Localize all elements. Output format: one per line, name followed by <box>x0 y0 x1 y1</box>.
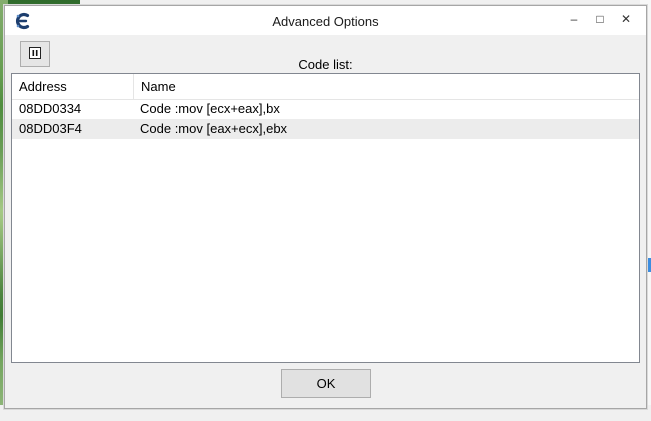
ok-button[interactable]: OK <box>281 369 371 398</box>
table-row[interactable]: 08DD03F4 Code :mov [eax+ecx],ebx <box>12 119 639 139</box>
code-list-label: Code list: <box>298 57 353 72</box>
cell-name: Code :mov [ecx+eax],bx <box>140 101 280 116</box>
title-bar[interactable]: Advanced Options – □ ✕ <box>5 6 646 35</box>
dialog-title: Advanced Options <box>272 14 379 29</box>
minimize-icon: – <box>570 12 578 26</box>
table-row[interactable]: 08DD0334 Code :mov [ecx+eax],bx <box>12 99 639 119</box>
list-header: Address Name <box>12 74 639 100</box>
cell-address: 08DD0334 <box>19 101 82 116</box>
column-header-address[interactable]: Address <box>12 74 134 99</box>
advanced-options-dialog: Advanced Options – □ ✕ Code list: Addres… <box>4 5 647 409</box>
column-header-name[interactable]: Name <box>134 74 639 99</box>
cell-name: Code :mov [eax+ecx],ebx <box>140 121 288 136</box>
close-button[interactable]: ✕ <box>615 9 637 29</box>
code-list-view[interactable]: Address Name 08DD0334 Code :mov [ecx+eax… <box>11 73 640 363</box>
close-icon: ✕ <box>620 12 632 26</box>
maximize-button[interactable]: □ <box>589 9 611 29</box>
cell-address: 08DD03F4 <box>19 121 82 136</box>
minimize-button[interactable]: – <box>563 9 585 29</box>
maximize-icon: □ <box>596 12 604 26</box>
